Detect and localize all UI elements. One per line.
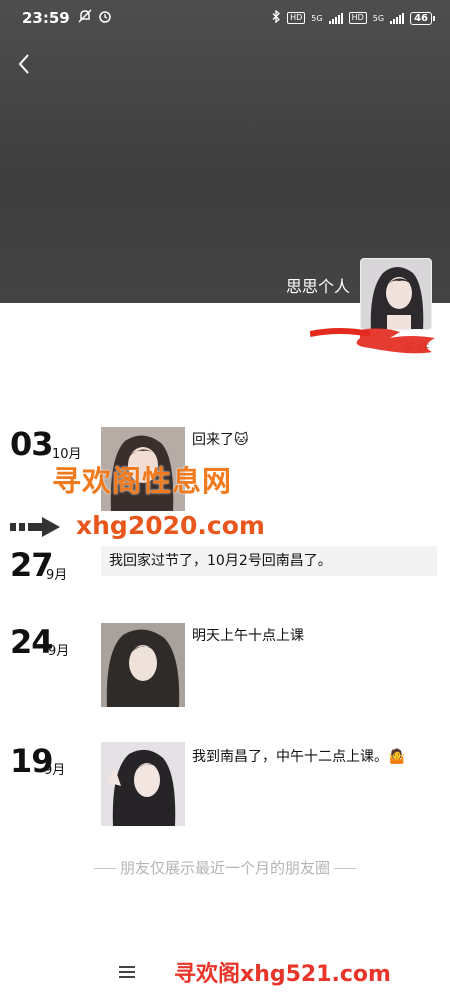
signal-icon xyxy=(328,12,343,24)
profile-avatar[interactable] xyxy=(360,258,432,330)
watermark-site-url: xhg2020.com xyxy=(76,511,265,540)
date-day: 03 xyxy=(10,425,54,463)
menu-button[interactable] xyxy=(117,962,137,982)
status-bar: 23:59 HD 5G HD 5G 46 xyxy=(0,0,450,36)
profile-name: 思思个人 xyxy=(285,277,350,296)
back-button[interactable] xyxy=(12,50,38,78)
moment-entry[interactable]: 24 9月 明天上午十点上课 xyxy=(0,623,450,707)
moment-entry[interactable]: 27 9月 我回家过节了，10月2号回南昌了。 xyxy=(0,546,450,584)
status-system-icons: HD 5G HD 5G 46 xyxy=(272,9,435,26)
cat-emoji-icon: 🐱 xyxy=(234,432,249,448)
battery-icon: 46 xyxy=(410,11,435,25)
photo-thumbnail[interactable] xyxy=(101,623,185,707)
battery-level: 46 xyxy=(414,12,428,24)
bluetooth-icon xyxy=(272,9,281,26)
moment-entry[interactable]: 19 9月 我到南昌了，中午十二点上课。🤷 xyxy=(0,742,450,826)
mute-icon xyxy=(78,9,92,27)
moment-caption: 明天上午十点上课 xyxy=(192,628,304,644)
watermark-bottom: 寻欢阁xhg521.com xyxy=(174,962,391,987)
moment-caption: 回来了🐱 xyxy=(192,432,249,448)
moment-text-card[interactable]: 我回家过节了，10月2号回南昌了。 xyxy=(101,546,437,576)
status-time: 23:59 xyxy=(22,9,70,27)
network-label-2: 5G xyxy=(372,13,385,23)
hd-icon: HD xyxy=(348,12,367,24)
photo-thumbnail[interactable] xyxy=(101,742,185,826)
signal-icon xyxy=(390,12,405,24)
redaction-scribble xyxy=(310,328,435,354)
date-month: 9月 xyxy=(48,644,70,659)
footer-note: 朋友仅展示最近一个月的朋友圈 xyxy=(0,857,450,878)
moment-caption: 我到南昌了，中午十二点上课。🤷 xyxy=(192,749,406,765)
date-month: 9月 xyxy=(46,568,68,583)
watermark-site-name: 寻欢阁性息网 xyxy=(52,464,233,498)
date-day: 24 xyxy=(10,623,54,661)
date-month: 9月 xyxy=(44,763,66,778)
alarm-icon xyxy=(98,9,112,27)
menu-icon xyxy=(119,966,135,978)
network-label: 5G xyxy=(311,13,323,23)
arrow-right-icon xyxy=(10,517,60,537)
status-notification-icons xyxy=(78,9,112,27)
chevron-left-icon xyxy=(18,54,29,74)
hd-icon: HD xyxy=(287,12,306,24)
shrug-emoji-icon: 🤷 xyxy=(388,749,406,765)
